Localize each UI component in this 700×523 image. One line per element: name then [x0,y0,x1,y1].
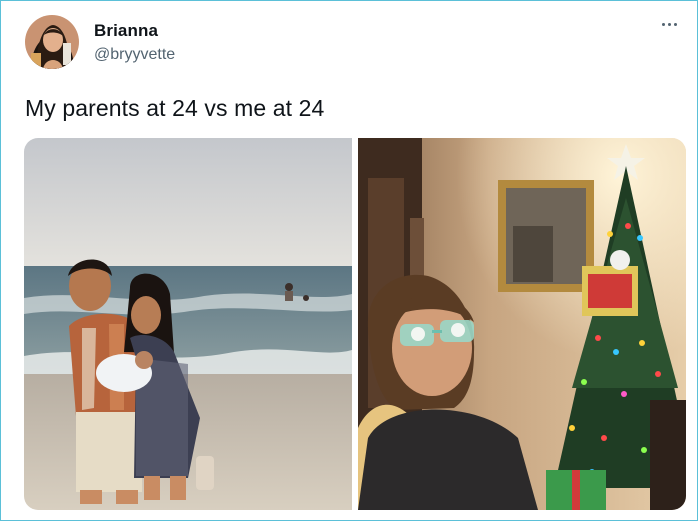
tweet-card: Brianna @bryyvette My parents at 24 vs m… [0,0,698,521]
avatar[interactable] [25,15,79,69]
photo-parents-beach[interactable] [24,138,352,510]
more-options-icon[interactable] [659,19,679,29]
photo-me-christmas-tree[interactable] [358,138,686,510]
tweet-media[interactable] [24,138,686,510]
tweet-text: My parents at 24 vs me at 24 [25,95,325,121]
author-name[interactable]: Brianna [94,21,158,41]
author-handle[interactable]: @bryyvette [94,46,175,64]
